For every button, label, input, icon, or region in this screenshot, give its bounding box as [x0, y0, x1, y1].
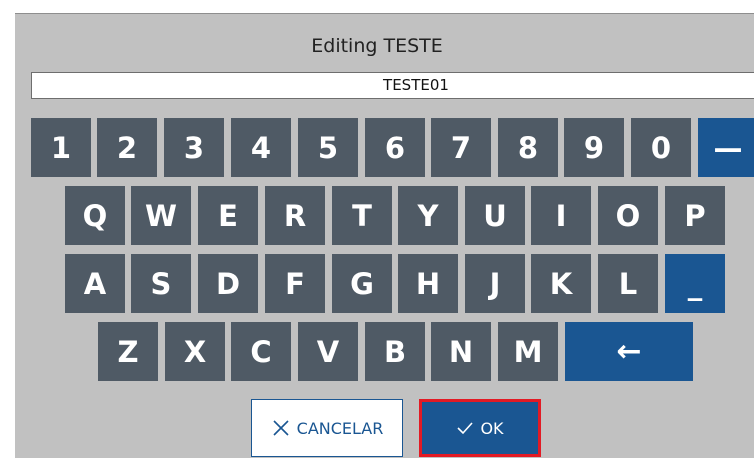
key-l[interactable]: L — [598, 254, 658, 313]
backspace-key[interactable]: ← — [565, 322, 693, 381]
key-n[interactable]: N — [431, 322, 491, 381]
key-3[interactable]: 3 — [164, 118, 224, 177]
key-9[interactable]: 9 — [564, 118, 624, 177]
key-m[interactable]: M — [498, 322, 558, 381]
key-dash[interactable]: — — [698, 118, 754, 177]
key-x[interactable]: X — [165, 322, 225, 381]
key-a[interactable]: A — [65, 254, 125, 313]
keyboard-dialog: Editing TESTE TESTE01 1 2 3 4 5 6 7 8 9 … — [15, 13, 754, 458]
key-5[interactable]: 5 — [298, 118, 358, 177]
key-j[interactable]: J — [465, 254, 525, 313]
key-h[interactable]: H — [398, 254, 458, 313]
dialog-title: Editing TESTE — [311, 35, 443, 57]
cancel-button[interactable]: CANCELAR — [251, 399, 403, 457]
text-input[interactable]: TESTE01 — [31, 72, 754, 99]
key-w[interactable]: W — [131, 186, 191, 245]
key-v[interactable]: V — [298, 322, 358, 381]
key-p[interactable]: P — [665, 186, 725, 245]
close-icon — [271, 418, 291, 438]
key-d[interactable]: D — [198, 254, 258, 313]
key-z[interactable]: Z — [98, 322, 158, 381]
key-u[interactable]: U — [465, 186, 525, 245]
key-1[interactable]: 1 — [31, 118, 91, 177]
key-s[interactable]: S — [131, 254, 191, 313]
key-2[interactable]: 2 — [97, 118, 157, 177]
cancel-button-label: CANCELAR — [296, 418, 384, 438]
key-f[interactable]: F — [265, 254, 325, 313]
key-r[interactable]: R — [265, 186, 325, 245]
key-underscore[interactable]: _ — [665, 254, 725, 313]
key-4[interactable]: 4 — [231, 118, 291, 177]
key-q[interactable]: Q — [65, 186, 125, 245]
key-o[interactable]: O — [598, 186, 658, 245]
key-7[interactable]: 7 — [431, 118, 491, 177]
key-b[interactable]: B — [365, 322, 425, 381]
key-0[interactable]: 0 — [631, 118, 691, 177]
check-icon — [456, 421, 474, 435]
key-k[interactable]: K — [531, 254, 591, 313]
key-t[interactable]: T — [332, 186, 392, 245]
key-i[interactable]: I — [531, 186, 591, 245]
ok-button[interactable]: OK — [419, 399, 541, 457]
key-y[interactable]: Y — [398, 186, 458, 245]
key-e[interactable]: E — [198, 186, 258, 245]
key-6[interactable]: 6 — [365, 118, 425, 177]
ok-button-label: OK — [480, 418, 504, 438]
key-c[interactable]: C — [231, 322, 291, 381]
key-g[interactable]: G — [332, 254, 392, 313]
key-8[interactable]: 8 — [498, 118, 558, 177]
